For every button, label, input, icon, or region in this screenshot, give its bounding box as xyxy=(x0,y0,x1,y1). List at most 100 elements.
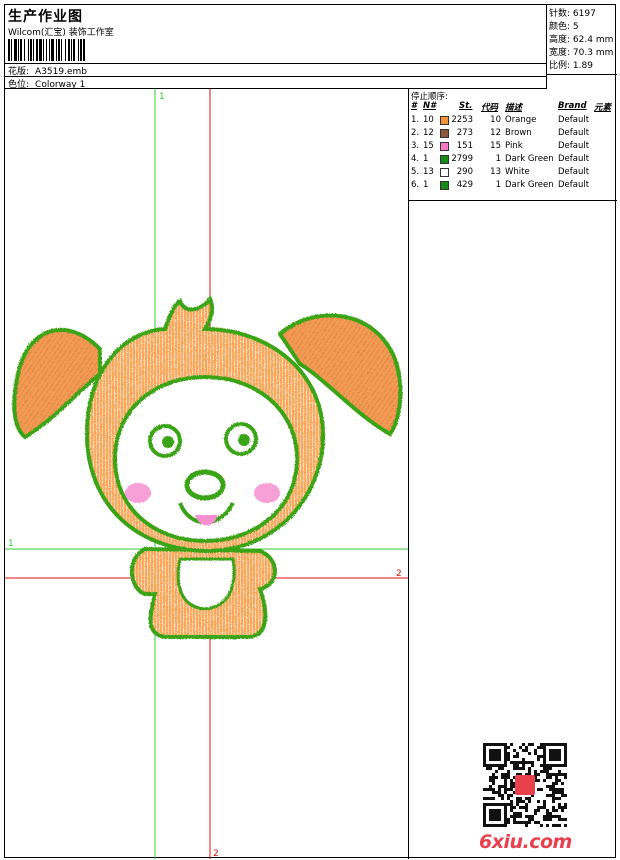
stat-label: 高度: xyxy=(549,35,571,45)
qr-module xyxy=(510,782,513,785)
qr-module xyxy=(552,794,555,797)
qr-module xyxy=(561,818,564,821)
qr-module xyxy=(549,812,552,815)
qr-module xyxy=(486,797,489,800)
color-swatch xyxy=(440,142,449,151)
stat-colors: 颜色: 5 xyxy=(549,19,579,32)
qr-module xyxy=(525,749,528,752)
qr-finder xyxy=(489,749,501,761)
qr-module xyxy=(528,800,531,803)
table-row: 6. 1 429 1 Dark Green Default xyxy=(409,180,617,193)
col-header-desc: 描述 xyxy=(505,103,523,113)
qr-module xyxy=(483,797,486,800)
table-row: 1. 10 2253 10 Orange Default xyxy=(409,115,617,128)
qr-module xyxy=(525,821,528,824)
qr-module xyxy=(534,821,537,824)
qr-module xyxy=(564,776,567,779)
row-brand: Default xyxy=(558,128,590,138)
qr-module xyxy=(555,788,558,791)
qr-module xyxy=(513,815,516,818)
row-brand: Default xyxy=(558,180,590,190)
qr-module xyxy=(561,782,564,785)
row-desc: White xyxy=(505,167,530,177)
qr-module xyxy=(549,788,552,791)
qr-module xyxy=(483,788,486,791)
qr-module xyxy=(522,800,525,803)
nose xyxy=(184,469,226,501)
qr-module xyxy=(513,749,516,752)
qr-module xyxy=(549,794,552,797)
qr-module xyxy=(540,746,543,749)
guide-label: 2 xyxy=(213,849,219,859)
header-panel: 生产作业图 Wilcom(汇宝) 装饰工作室 花版: A3519.emb 色位: C… xyxy=(5,5,547,90)
qr-module xyxy=(537,758,540,761)
qr-module xyxy=(534,773,537,776)
qr-module xyxy=(528,797,531,800)
qr-module xyxy=(507,773,510,776)
stat-label: 颜色: xyxy=(549,22,571,32)
row-stitches: 2253 xyxy=(451,115,473,125)
stat-value: 70.3 mm xyxy=(572,48,614,58)
qr-module xyxy=(516,812,519,815)
qr-module xyxy=(510,815,513,818)
color-swatch xyxy=(440,116,449,125)
qr-module xyxy=(510,809,513,812)
row-desc: Dark Green xyxy=(505,180,554,190)
qr-module xyxy=(519,797,522,800)
qr-module xyxy=(522,743,525,746)
qr-module xyxy=(522,767,525,770)
row-needle: 12 xyxy=(423,128,434,138)
qr-module xyxy=(519,806,522,809)
qr-module xyxy=(528,752,531,755)
design-canvas[interactable]: 1 1 2 2 xyxy=(5,89,409,859)
row-needle: 1 xyxy=(423,180,429,190)
qr-module xyxy=(528,767,531,770)
qr-module xyxy=(558,803,561,806)
qr-module xyxy=(528,815,531,818)
qr-module xyxy=(558,797,561,800)
qr-module xyxy=(528,761,531,764)
stats-panel: 针数: 6197 颜色: 5 高度: 62.4 mm 宽度: 70.3 mm 比… xyxy=(547,5,617,75)
qr-module xyxy=(564,794,567,797)
qr-module xyxy=(519,767,522,770)
row-stitches: 429 xyxy=(456,180,473,190)
row-needle: 10 xyxy=(423,115,434,125)
qr-module xyxy=(546,785,549,788)
qr-module xyxy=(522,764,525,767)
row-desc: Pink xyxy=(505,141,523,151)
qr-module xyxy=(543,800,546,803)
row-code: 1 xyxy=(495,154,501,164)
qr-module xyxy=(564,806,567,809)
qr-module xyxy=(504,779,507,782)
qr-module xyxy=(504,788,507,791)
row-num: 2. xyxy=(411,128,420,138)
qr-module xyxy=(507,794,510,797)
qr-module xyxy=(516,755,519,758)
qr-module xyxy=(498,791,501,794)
qr-module xyxy=(537,821,540,824)
qr-module xyxy=(552,797,555,800)
qr-module xyxy=(513,806,516,809)
qr-module xyxy=(513,764,516,767)
qr-module xyxy=(552,773,555,776)
qr-module xyxy=(564,818,567,821)
qr-module xyxy=(546,770,549,773)
qr-module xyxy=(537,800,540,803)
right-pupil xyxy=(238,434,250,446)
qr-module xyxy=(486,767,489,770)
stat-height: 高度: 62.4 mm xyxy=(549,32,613,45)
qr-module xyxy=(546,812,549,815)
qr-module xyxy=(528,818,531,821)
qr-module xyxy=(543,803,546,806)
qr-module xyxy=(513,755,516,758)
qr-module xyxy=(537,755,540,758)
qr-module xyxy=(534,812,537,815)
page-title: 生产作业图 xyxy=(8,9,83,25)
qr-module xyxy=(561,773,564,776)
qr-module xyxy=(495,776,498,779)
stat-scale: 比例: 1.89 xyxy=(549,58,593,71)
qr-module xyxy=(489,776,492,779)
qr-module xyxy=(537,806,540,809)
qr-module xyxy=(534,809,537,812)
stop-order-table: 停止顺序: # N# St. 代码 描述 Brand 元素 1. 10 2253 10… xyxy=(409,89,617,201)
